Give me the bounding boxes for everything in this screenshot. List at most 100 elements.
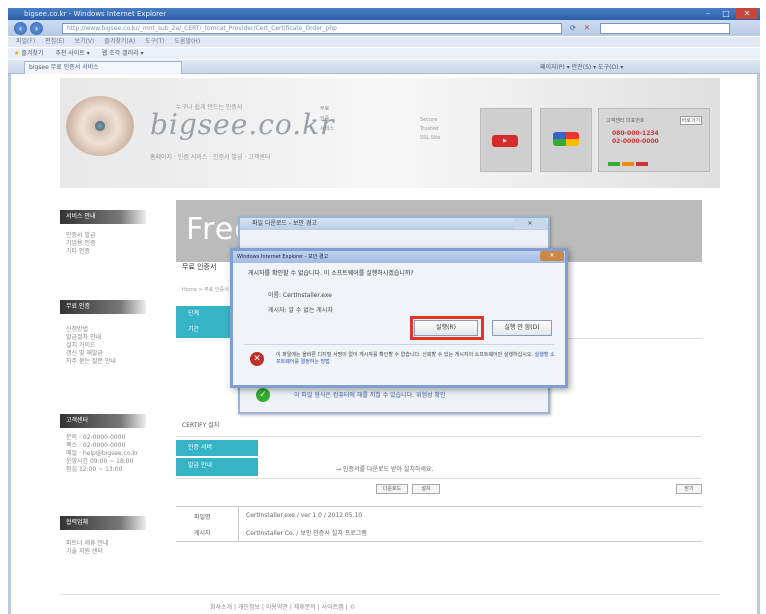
favorites-item[interactable]: 추천 사이트 ▾	[55, 50, 89, 57]
sidebar-item[interactable]: 갱신 및 재발급	[66, 350, 116, 358]
security-dialog-close-button[interactable]: ✕	[540, 251, 564, 261]
close-button[interactable]: 닫기	[676, 484, 702, 494]
sidebar-item[interactable]: 인증서 발급	[66, 232, 96, 240]
phone-numbers: 080-000-1234 02-0000-0000	[612, 130, 659, 146]
close-window-button[interactable]: ✕	[736, 8, 758, 19]
sidebar-list: 파트너 제휴 안내 기술 지원 센터	[66, 540, 108, 556]
sidebar-item[interactable]: 자주 묻는 질문 안내	[66, 358, 116, 366]
sidebar-list: 문의 : 02-0000-0000 팩스 : 02-0000-0000 메일 :…	[66, 434, 138, 474]
menu-item-edit[interactable]: 편집(E)	[45, 37, 65, 47]
color-bar	[636, 162, 648, 166]
publisher-line: 게시자: 알 수 없는 게시자	[268, 307, 333, 314]
phone-line: 02-0000-0000	[612, 138, 659, 145]
dialog-divider	[244, 344, 554, 345]
row-divider	[176, 478, 702, 479]
install-button[interactable]: 설치	[412, 484, 440, 494]
security-question: 게시자를 확인할 수 없습니다. 이 소프트웨어를 실행하시겠습니까?	[248, 270, 414, 277]
youtube-icon: ▶	[492, 135, 518, 147]
sidebar-item: 문의 : 02-0000-0000	[66, 434, 126, 441]
table-row-label: 발급 안내	[176, 458, 258, 476]
banner-mid-line: Secure	[420, 117, 438, 123]
download-warning-link[interactable]: 이 파일 형식은 컴퓨터에 해를 끼칠 수 있습니다. 위험성 확인	[294, 390, 446, 399]
back-icon[interactable]: ‹	[14, 22, 27, 35]
banner-link[interactable]: 서비스	[320, 124, 334, 134]
tab-label: bigsee 무료 인증서 서비스	[29, 64, 99, 71]
table-row-label: 인증 서버	[176, 440, 258, 456]
check-shield-icon: ✓	[256, 388, 270, 402]
info-divider	[238, 506, 239, 542]
dont-run-button[interactable]: 실행 안 함(D)	[492, 320, 552, 336]
sidebar-section-title: 고객센터	[60, 414, 146, 428]
star-icon: ★	[14, 50, 20, 57]
run-button-highlight	[410, 316, 484, 340]
banner-link[interactable]: 인증	[320, 114, 334, 124]
google-icon	[553, 132, 579, 146]
sidebar-item[interactable]: 파트너 제휴 안내	[66, 540, 108, 548]
warning-text: 이 파일에는 올바른 디지털 서명이 없어 게시자를 확인할 수 없습니다. 신…	[276, 352, 534, 358]
info-value: CertInstaller Co. / 보안 인증서 설치 프로그램	[246, 530, 367, 537]
file-name-line: 이름: CertInstaller.exe	[268, 292, 332, 299]
browser-tab[interactable]: bigsee 무료 인증서 서비스	[24, 61, 182, 74]
banner-mid-line: SSL Site	[420, 135, 441, 141]
sidebar-item[interactable]: 기술 지원 센터	[66, 548, 108, 556]
cert-section-label: CERTIFY 설치	[182, 422, 220, 429]
info-value: CertInstaller.exe / ver 1.0 / 2012.05.10	[246, 512, 363, 519]
security-dialog-title: Windows Internet Explorer - 보안 경고	[233, 251, 565, 263]
address-input[interactable]: http://www.bigsee.co.kr/_mnt_sub_2a/_CER…	[62, 23, 562, 34]
sidebar-section-title: 무료 인증	[60, 300, 146, 314]
favorites-item[interactable]: 웹 조각 갤러리 ▾	[102, 50, 144, 57]
site-logo[interactable]: bigsee.co.kr	[150, 108, 335, 141]
sidebar-item: 운영시간 09:00 ~ 18:00	[66, 458, 134, 465]
contact-shortcut-button[interactable]: 바로가기	[680, 116, 702, 125]
download-button[interactable]: 다운로드	[376, 484, 408, 494]
page-title: 무료 인증서	[182, 263, 217, 271]
footer-divider	[60, 594, 720, 595]
search-input[interactable]	[600, 23, 730, 34]
menu-item-tools[interactable]: 도구(T)	[145, 37, 164, 47]
sidebar-item: 팩스 : 02-0000-0000	[66, 442, 126, 449]
sidebar-item[interactable]: 설치 가이드	[66, 342, 116, 350]
color-bar	[622, 162, 634, 166]
sidebar-item[interactable]: 기업용 인증	[66, 240, 96, 248]
window-title-bar: bigsee.co.kr - Windows Internet Explorer	[8, 8, 760, 20]
download-dialog-close-button[interactable]: ✕	[514, 218, 546, 229]
footer-links[interactable]: 회사소개 | 개인정보 | 이용약관 | 제휴문의 | 사이트맵 | ©	[210, 602, 356, 611]
sidebar-section-title: 협력업체	[60, 516, 146, 530]
download-dialog-title: 파일 다운로드 - 보안 경고	[240, 218, 548, 230]
menu-item-help[interactable]: 도움말(H)	[174, 37, 200, 47]
window-title: bigsee.co.kr - Windows Internet Explorer	[24, 10, 167, 18]
eye-logo-image	[66, 96, 134, 156]
refresh-icon[interactable]: ⟳	[570, 24, 576, 32]
sidebar-item: 점심 12:00 ~ 13:00	[66, 466, 123, 473]
menu-item-file[interactable]: 파일(F)	[16, 37, 35, 47]
site-nav[interactable]: 홈페이지 · 인증 서비스 · 인증서 발급 · 고객센터	[150, 152, 270, 161]
maximize-button[interactable]: □	[718, 8, 734, 19]
sidebar-list: 인증서 발급 기업용 인증 기타 인증	[66, 232, 96, 256]
stop-icon[interactable]: ✕	[584, 24, 590, 32]
security-warning-text: 이 파일에는 올바른 디지털 서명이 없어 게시자를 확인할 수 없습니다. 신…	[276, 352, 556, 366]
color-bar	[608, 162, 620, 166]
sidebar-item[interactable]: 발급절차 안내	[66, 334, 116, 342]
sidebar-list: 신청방법 발급절차 안내 설치 가이드 갱신 및 재발급 자주 묻는 질문 안내	[66, 326, 116, 366]
forward-icon[interactable]: ›	[30, 22, 43, 35]
sidebar-item[interactable]: 신청방법	[66, 326, 116, 334]
favorites-button[interactable]: 즐겨찾기	[21, 50, 43, 57]
command-bar[interactable]: 페이지(P) ▾ 안전(S) ▾ 도구(O) ▾	[540, 62, 758, 73]
minimize-button[interactable]: –	[700, 8, 716, 19]
banner-mid-text: Secure Trusted SSL Site	[420, 116, 440, 143]
window-frame-right	[757, 74, 760, 614]
menu-bar: 파일(F) 편집(E) 보기(V) 즐겨찾기(A) 도구(T) 도움말(H)	[8, 37, 760, 47]
sidebar-item[interactable]: 기타 인증	[66, 248, 96, 256]
warning-shield-icon: ✕	[250, 352, 264, 366]
banner-link[interactable]: 무료	[320, 104, 334, 114]
info-label: 게시자	[194, 530, 211, 537]
sidebar-item[interactable]: 메일 : help@bigsee.co.kr	[66, 450, 138, 458]
download-note: → 인증서를 다운로드 받아 설치하세요.	[336, 466, 434, 473]
info-label: 파일명	[194, 514, 211, 521]
banner-links: 무료 인증 서비스	[320, 104, 334, 134]
phone-line: 080-000-1234	[612, 130, 659, 137]
banner-mid-line: Trusted	[420, 126, 439, 132]
menu-item-favorites[interactable]: 즐겨찾기(A)	[104, 37, 135, 47]
row-divider	[176, 436, 702, 437]
menu-item-view[interactable]: 보기(V)	[75, 37, 95, 47]
